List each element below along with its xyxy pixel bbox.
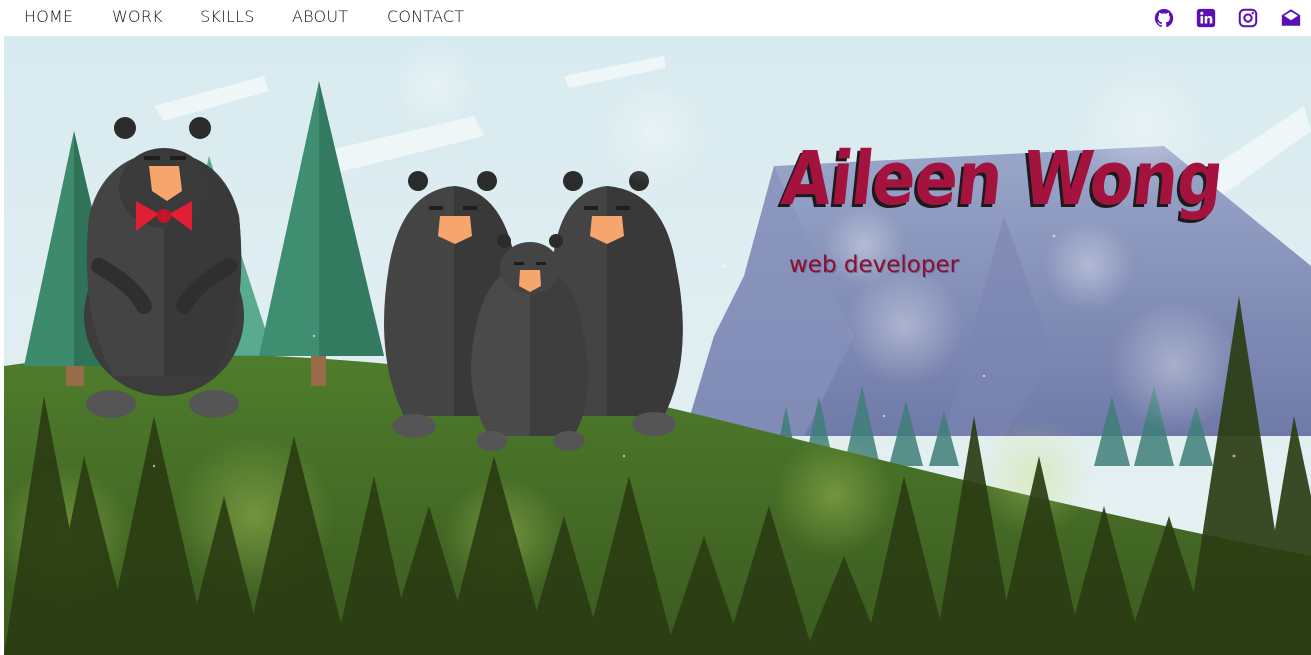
nav-contact-link[interactable]: CONTACT	[387, 7, 464, 26]
instagram-link[interactable]	[1237, 7, 1259, 29]
nav-work-link[interactable]: WORK	[112, 7, 163, 26]
top-navigation: HOME WORK SKILLS ABOUT CONTACT	[0, 0, 1311, 36]
hero-subtitle: web developer	[789, 252, 960, 278]
forest-bears-illustration	[4, 36, 1311, 655]
nav-skills-link[interactable]: SKILLS	[200, 7, 255, 26]
linkedin-icon	[1196, 8, 1216, 28]
hero-banner: Aileen Wong web developer	[4, 36, 1311, 655]
nav-home-link[interactable]: HOME	[24, 7, 73, 26]
email-icon	[1281, 9, 1301, 26]
hero-title: Aileen Wong	[777, 136, 1227, 222]
github-icon	[1154, 8, 1174, 28]
github-link[interactable]	[1153, 7, 1175, 29]
linkedin-link[interactable]	[1195, 7, 1217, 29]
instagram-icon	[1238, 8, 1258, 28]
nav-about-link[interactable]: ABOUT	[292, 7, 348, 26]
email-link[interactable]	[1280, 7, 1302, 29]
